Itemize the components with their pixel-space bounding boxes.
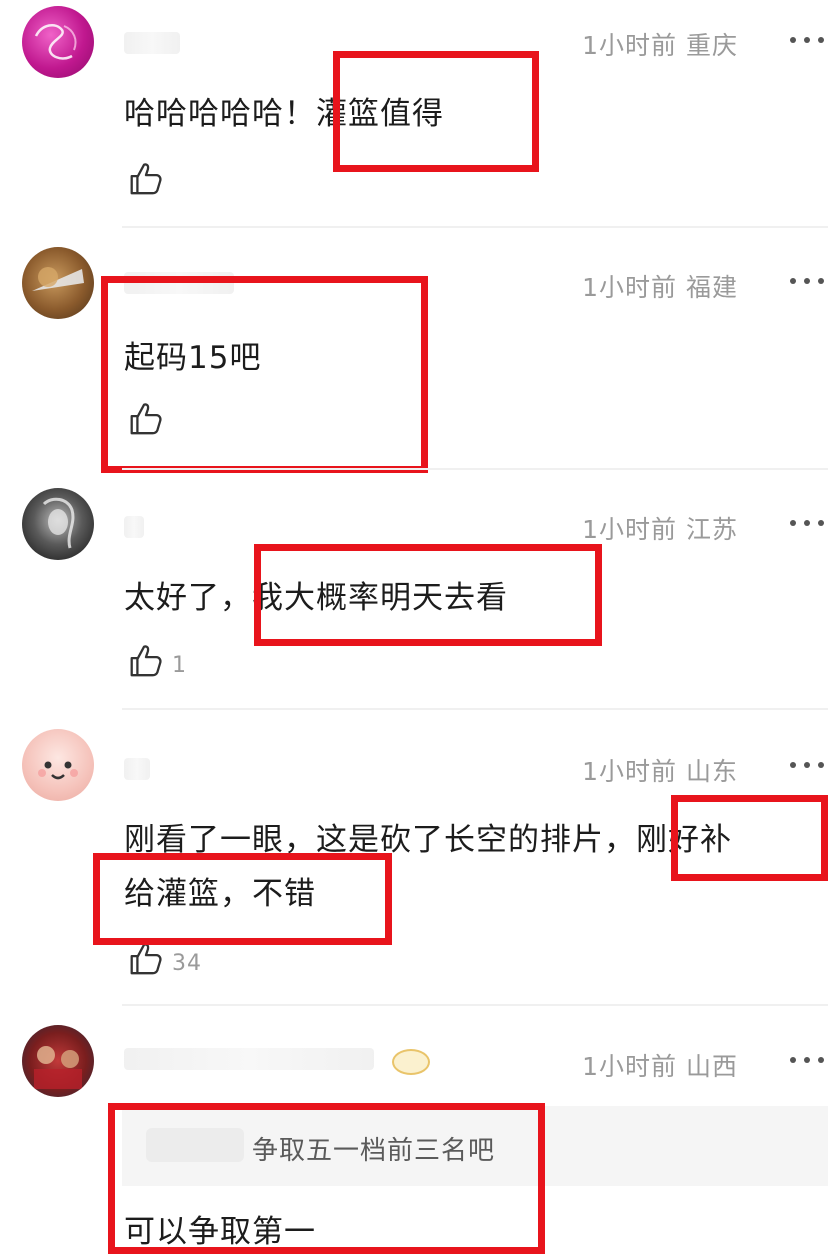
username[interactable] xyxy=(124,758,150,780)
like-count: 34 xyxy=(172,950,202,976)
badge-icon xyxy=(392,1049,430,1075)
like-button[interactable]: 1 xyxy=(126,640,187,680)
username[interactable] xyxy=(124,516,144,538)
more-options-icon[interactable] xyxy=(790,34,826,44)
more-options-icon[interactable] xyxy=(790,275,826,285)
comment-meta: 1小时前 重庆 xyxy=(582,26,738,62)
highlight-box xyxy=(93,853,392,945)
more-options-icon[interactable] xyxy=(790,517,826,527)
like-count: 1 xyxy=(172,652,187,678)
avatar[interactable] xyxy=(22,1025,94,1097)
avatar[interactable] xyxy=(22,729,94,801)
avatar[interactable] xyxy=(22,247,94,319)
comment-location: 重庆 xyxy=(685,31,738,60)
comment-time: 1小时前 xyxy=(582,273,678,302)
comment-time: 1小时前 xyxy=(582,1052,678,1081)
highlight-box xyxy=(254,544,602,646)
highlight-box xyxy=(108,1103,545,1254)
comment-location: 福建 xyxy=(685,273,738,302)
divider xyxy=(122,708,828,710)
divider xyxy=(122,226,828,228)
comment-location: 山东 xyxy=(685,757,738,786)
username[interactable] xyxy=(124,32,180,54)
like-button[interactable] xyxy=(126,158,172,198)
divider xyxy=(122,1004,828,1006)
comment-time: 1小时前 xyxy=(582,757,678,786)
more-options-icon[interactable] xyxy=(790,1054,826,1064)
avatar[interactable] xyxy=(22,488,94,560)
comment-meta: 1小时前 福建 xyxy=(582,268,738,304)
highlight-box xyxy=(333,51,539,172)
avatar[interactable] xyxy=(22,6,94,78)
username[interactable] xyxy=(124,1048,374,1070)
comment-time: 1小时前 xyxy=(582,31,678,60)
comment-meta: 1小时前 山西 xyxy=(582,1047,738,1083)
comment-time: 1小时前 xyxy=(582,515,678,544)
comment-location: 山西 xyxy=(685,1052,738,1081)
thumbs-up-icon xyxy=(130,163,162,195)
highlight-box xyxy=(671,795,828,881)
divider xyxy=(122,468,828,470)
comment-location: 江苏 xyxy=(685,515,738,544)
comment-list: 1小时前 重庆 哈哈哈哈哈！灌篮值得 1小时前 福建 起码15吧 1小时前 江苏… xyxy=(0,0,828,1254)
thumbs-up-icon xyxy=(130,645,162,677)
more-options-icon[interactable] xyxy=(790,759,826,769)
highlight-box xyxy=(101,276,428,473)
comment-meta: 1小时前 山东 xyxy=(582,752,738,788)
comment-meta: 1小时前 江苏 xyxy=(582,510,738,546)
